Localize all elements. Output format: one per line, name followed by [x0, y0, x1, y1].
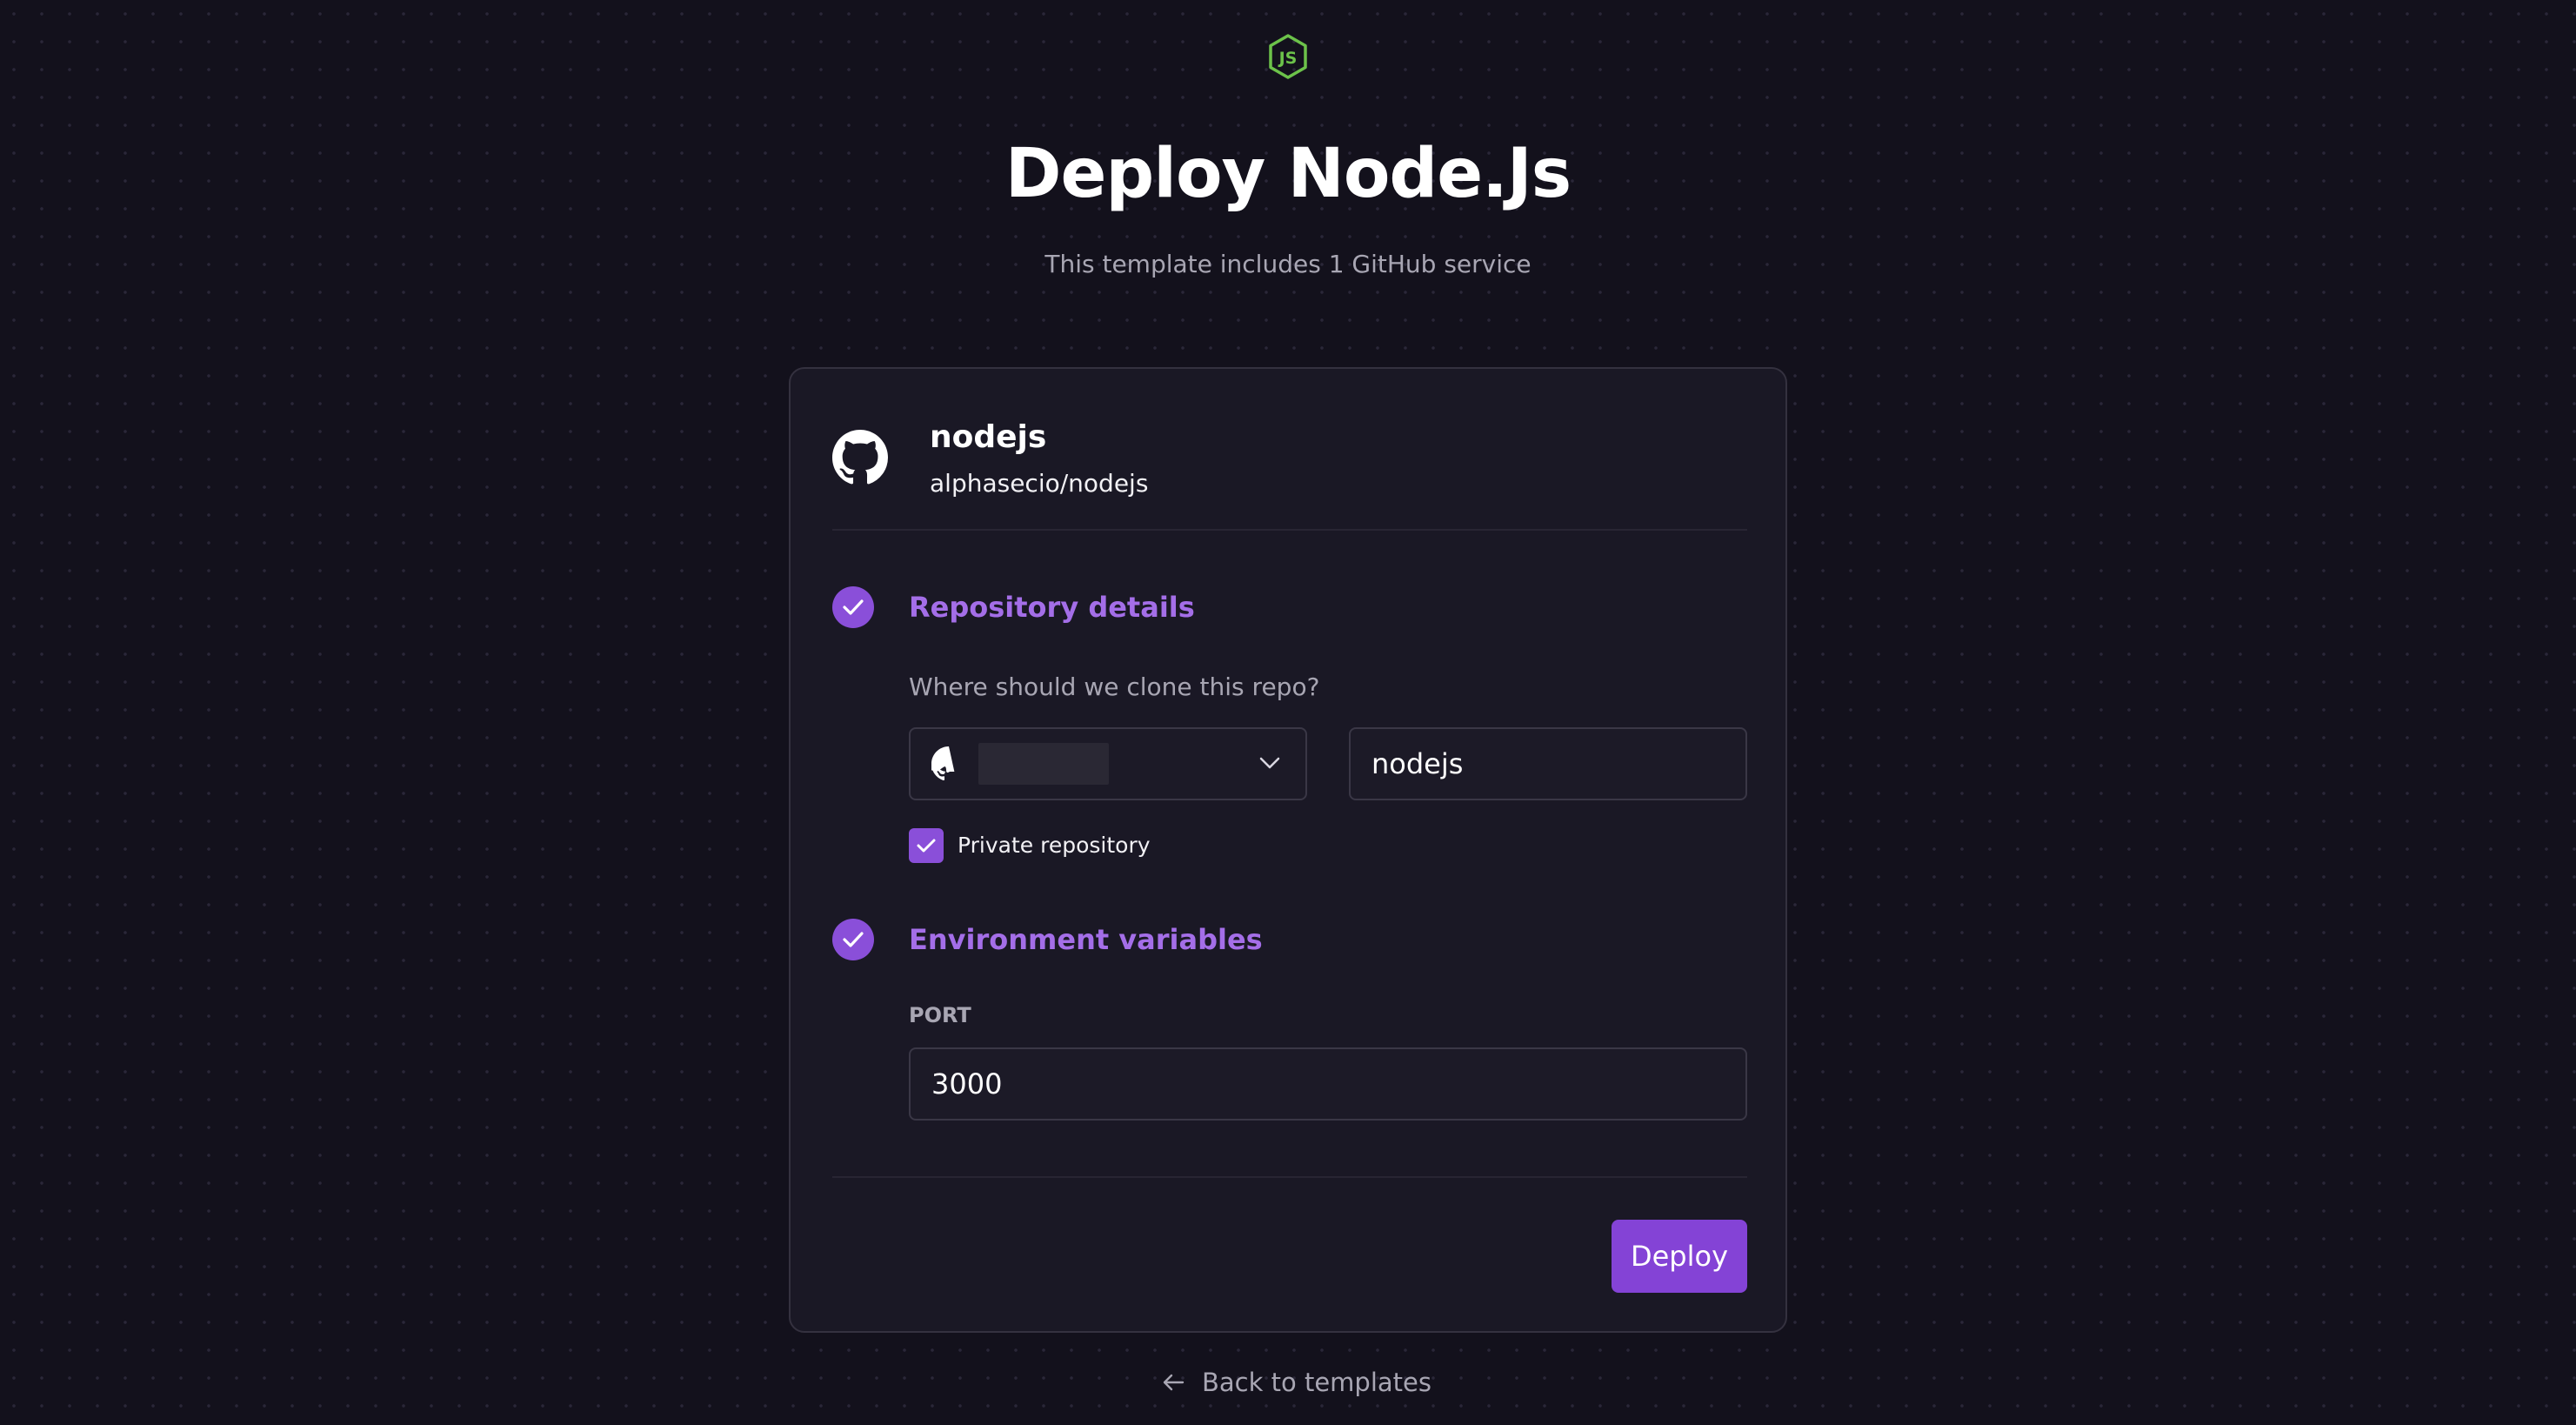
deploy-card: nodejs alphasecio/nodejs Repository deta… — [789, 367, 1787, 1333]
repo-owner-select[interactable] — [909, 727, 1307, 800]
deploy-button[interactable]: Deploy — [1612, 1220, 1747, 1293]
env-step-title[interactable]: Environment variables — [909, 920, 1263, 959]
redacted-owner-name — [978, 743, 1109, 785]
service-repo: alphasecio/nodejs — [930, 469, 1149, 498]
arrow-left-icon — [1163, 1374, 1185, 1391]
env-var-key: PORT — [909, 1003, 971, 1027]
back-to-templates-label: Back to templates — [1202, 1368, 1431, 1397]
repository-step-title[interactable]: Repository details — [909, 588, 1195, 626]
page-subtitle: This template includes 1 GitHub service — [1044, 250, 1532, 278]
back-to-templates-link[interactable]: Back to templates — [1162, 1362, 1431, 1402]
env-step-check-icon — [832, 919, 874, 960]
divider — [832, 1176, 1747, 1178]
page-title: Deploy Node.Js — [1004, 135, 1572, 213]
clone-question-label: Where should we clone this repo? — [909, 672, 1320, 701]
nodejs-logo-icon: JS — [1267, 33, 1309, 80]
chevron-down-icon — [1258, 755, 1281, 771]
private-repository-label[interactable]: Private repository — [958, 830, 1151, 861]
env-var-value-input[interactable] — [909, 1047, 1747, 1121]
repository-step-check-icon — [832, 586, 874, 628]
divider — [832, 529, 1747, 531]
github-icon — [832, 430, 888, 485]
private-repository-checkbox[interactable] — [909, 828, 944, 863]
svg-text:JS: JS — [1278, 49, 1298, 68]
service-name: nodejs — [930, 419, 1047, 455]
github-icon — [928, 746, 966, 781]
repo-name-input[interactable] — [1349, 727, 1747, 800]
